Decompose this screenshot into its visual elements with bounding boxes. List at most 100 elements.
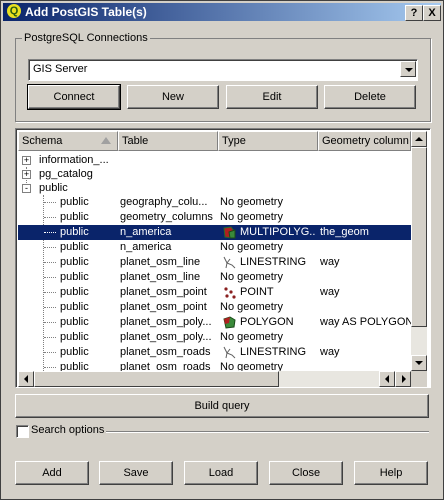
table-row[interactable]: public planet_osm_roads No geometry: [18, 360, 412, 371]
tree-line: [44, 337, 56, 338]
add-button[interactable]: Add: [15, 461, 89, 485]
type-cell: No geometry: [220, 211, 283, 223]
scroll-right-icon[interactable]: [395, 371, 411, 387]
type-cell: No geometry: [220, 331, 283, 343]
table-cell: planet_osm_roads: [120, 346, 211, 358]
tree-node-pg-catalog[interactable]: + pg_catalog: [18, 167, 412, 182]
type-cell: POINT: [240, 286, 274, 298]
table-cell: n_america: [120, 226, 172, 238]
scroll-left-icon[interactable]: [379, 371, 395, 387]
edit-button[interactable]: Edit: [226, 85, 318, 109]
schema-cell: public: [60, 316, 89, 328]
save-button[interactable]: Save: [99, 461, 173, 485]
header-geometry-column[interactable]: Geometry column: [318, 131, 411, 151]
connections-group-label: PostgreSQL Connections: [22, 32, 150, 44]
table-row[interactable]: public planet_osm_roads LINESTRING way: [18, 345, 412, 360]
schema-cell: public: [60, 361, 89, 371]
header-schema[interactable]: Schema: [18, 131, 118, 151]
geometry-cell: way: [320, 346, 340, 358]
vertical-scroll-thumb[interactable]: [411, 147, 427, 327]
new-button[interactable]: New: [127, 85, 219, 109]
multipolygon-icon: [223, 226, 236, 239]
load-button[interactable]: Load: [184, 461, 258, 485]
type-cell: No geometry: [220, 241, 283, 253]
geometry-cell: the_geom: [320, 226, 369, 238]
point-icon: [223, 286, 236, 299]
horizontal-scrollbar[interactable]: [18, 371, 411, 387]
tables-tree[interactable]: Schema Table Type Geometry column + info…: [15, 128, 431, 388]
tree-line: [44, 277, 56, 278]
vertical-scrollbar[interactable]: [411, 131, 427, 371]
tree-line: [44, 367, 56, 368]
type-cell: No geometry: [220, 301, 283, 313]
type-cell: POLYGON: [240, 316, 294, 328]
qgis-logo-icon: Q: [7, 4, 21, 18]
table-row[interactable]: public planet_osm_point No geometry: [18, 300, 412, 315]
tree-line: [44, 292, 56, 293]
table-cell: geography_colu...: [120, 196, 208, 208]
help-title-button[interactable]: ?: [405, 5, 423, 21]
scroll-down-icon[interactable]: [411, 355, 427, 371]
schema-cell: public: [60, 286, 89, 298]
close-title-button[interactable]: X: [423, 5, 441, 21]
header-table[interactable]: Table: [118, 131, 218, 151]
scroll-left-icon[interactable]: [18, 371, 34, 387]
scroll-up-icon[interactable]: [411, 131, 427, 147]
close-button[interactable]: Close: [269, 461, 343, 485]
connection-select-value: GIS Server: [33, 63, 88, 75]
header-type[interactable]: Type: [218, 131, 318, 151]
table-row[interactable]: public planet_osm_poly... No geometry: [18, 330, 412, 345]
horizontal-scroll-thumb[interactable]: [34, 371, 279, 387]
expand-icon[interactable]: +: [22, 170, 31, 179]
table-cell: planet_osm_point: [120, 286, 207, 298]
tree-line: [44, 217, 56, 218]
table-row[interactable]: public geography_colu... No geometry: [18, 195, 412, 210]
table-cell: geometry_columns: [120, 211, 213, 223]
table-row[interactable]: public planet_osm_line No geometry: [18, 270, 412, 285]
build-query-button[interactable]: Build query: [15, 394, 429, 418]
table-row[interactable]: public planet_osm_line LINESTRING way: [18, 255, 412, 270]
geometry-cell: way: [320, 256, 340, 268]
header-schema-label: Schema: [22, 135, 63, 147]
tree-node-label: information_...: [39, 154, 109, 166]
table-row[interactable]: public planet_osm_point POINT way: [18, 285, 412, 300]
collapse-icon[interactable]: -: [22, 184, 31, 193]
table-cell: planet_osm_poly...: [120, 331, 212, 343]
table-cell: planet_osm_line: [120, 271, 201, 283]
table-row-selected[interactable]: public n_america MULTIPOLYG... the_geom: [18, 225, 412, 240]
polygon-icon: [223, 316, 236, 329]
schema-cell: public: [60, 301, 89, 313]
table-cell: planet_osm_roads: [120, 361, 211, 371]
tree-node-label: public: [39, 182, 68, 194]
table-cell: planet_osm_poly...: [120, 316, 212, 328]
tree-node-label: pg_catalog: [39, 168, 93, 180]
help-button[interactable]: Help: [354, 461, 428, 485]
table-row[interactable]: public geometry_columns No geometry: [18, 210, 412, 225]
tree-line: [44, 202, 56, 203]
search-options-checkbox[interactable]: [16, 425, 29, 438]
connection-select[interactable]: GIS Server: [28, 59, 418, 81]
search-options-label[interactable]: Search options: [31, 424, 104, 436]
table-cell: planet_osm_point: [120, 301, 207, 313]
title-bar[interactable]: Q Add PostGIS Table(s) ? X: [3, 3, 441, 21]
delete-button[interactable]: Delete: [324, 85, 416, 109]
schema-cell: public: [60, 226, 89, 238]
table-cell: planet_osm_line: [120, 256, 201, 268]
geometry-cell: way AS POLYGON: [320, 316, 414, 328]
type-cell: LINESTRING: [240, 346, 307, 358]
table-cell: n_america: [120, 241, 172, 253]
schema-cell: public: [60, 346, 89, 358]
linestring-icon: [223, 256, 236, 269]
linestring-icon: [223, 346, 236, 359]
type-cell: No geometry: [220, 361, 283, 371]
schema-cell: public: [60, 196, 89, 208]
chevron-down-icon[interactable]: [400, 61, 416, 77]
tree-node-public[interactable]: - public: [18, 181, 412, 196]
table-row[interactable]: public planet_osm_poly... POLYGON way AS…: [18, 315, 414, 330]
connect-button[interactable]: Connect: [27, 84, 121, 110]
expand-icon[interactable]: +: [22, 156, 31, 165]
tree-line: [44, 232, 56, 233]
table-row[interactable]: public n_america No geometry: [18, 240, 412, 255]
tree-node-information-schema[interactable]: + information_...: [18, 153, 412, 168]
type-cell: LINESTRING: [240, 256, 307, 268]
